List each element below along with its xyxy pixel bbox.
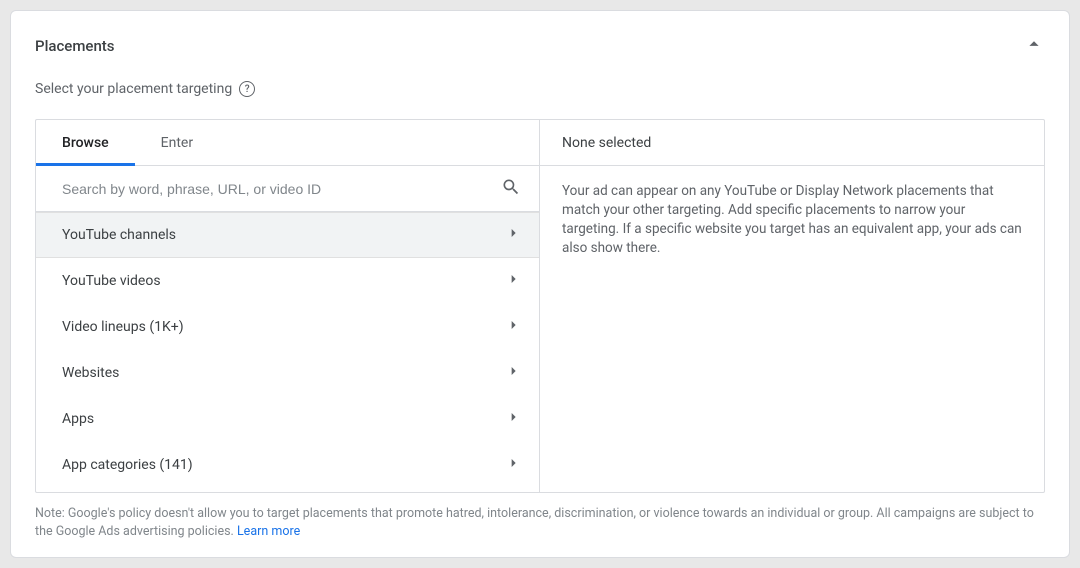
list-item-label: YouTube videos [62, 273, 161, 289]
collapse-icon[interactable] [1023, 33, 1045, 59]
footnote-text: Note: Google's policy doesn't allow you … [35, 506, 1034, 539]
panels: Browse Enter YouTube channels YouTube vi… [35, 119, 1045, 493]
list-item[interactable]: Websites [36, 350, 539, 396]
list-item[interactable]: YouTube channels [36, 212, 539, 258]
list-item-label: App categories (141) [62, 457, 193, 473]
chevron-right-icon [505, 455, 521, 475]
chevron-right-icon [505, 409, 521, 429]
selection-body: Your ad can appear on any YouTube or Dis… [540, 166, 1044, 274]
list-item-label: Websites [62, 365, 119, 381]
help-icon[interactable]: ? [239, 81, 255, 97]
tab-browse[interactable]: Browse [36, 120, 135, 165]
search-input[interactable] [62, 181, 501, 197]
left-panel: Browse Enter YouTube channels YouTube vi… [36, 120, 540, 492]
list-item-label: Video lineups (1K+) [62, 319, 184, 335]
list-item[interactable]: YouTube videos [36, 258, 539, 304]
list-item[interactable]: Video lineups (1K+) [36, 304, 539, 350]
chevron-right-icon [505, 225, 521, 245]
search-row [36, 166, 539, 212]
tabs: Browse Enter [36, 120, 539, 166]
placements-card: Placements Select your placement targeti… [10, 10, 1070, 558]
subtitle-row: Select your placement targeting ? [35, 81, 1045, 97]
chevron-right-icon [505, 271, 521, 291]
list-item[interactable]: Apps [36, 396, 539, 442]
list-item-label: YouTube channels [62, 227, 176, 243]
footnote: Note: Google's policy doesn't allow you … [35, 505, 1045, 540]
learn-more-link[interactable]: Learn more [237, 524, 300, 539]
chevron-right-icon [505, 317, 521, 337]
tab-enter[interactable]: Enter [135, 120, 219, 165]
category-list: YouTube channels YouTube videos Video li… [36, 212, 539, 492]
list-item[interactable]: App categories (141) [36, 442, 539, 488]
chevron-right-icon [505, 363, 521, 383]
selection-header: None selected [540, 120, 1044, 166]
card-header: Placements [35, 33, 1045, 59]
card-title: Placements [35, 37, 115, 55]
subtitle-text: Select your placement targeting [35, 81, 232, 97]
right-panel: None selected Your ad can appear on any … [540, 120, 1044, 492]
list-item-label: Apps [62, 411, 94, 427]
search-icon[interactable] [501, 177, 521, 201]
